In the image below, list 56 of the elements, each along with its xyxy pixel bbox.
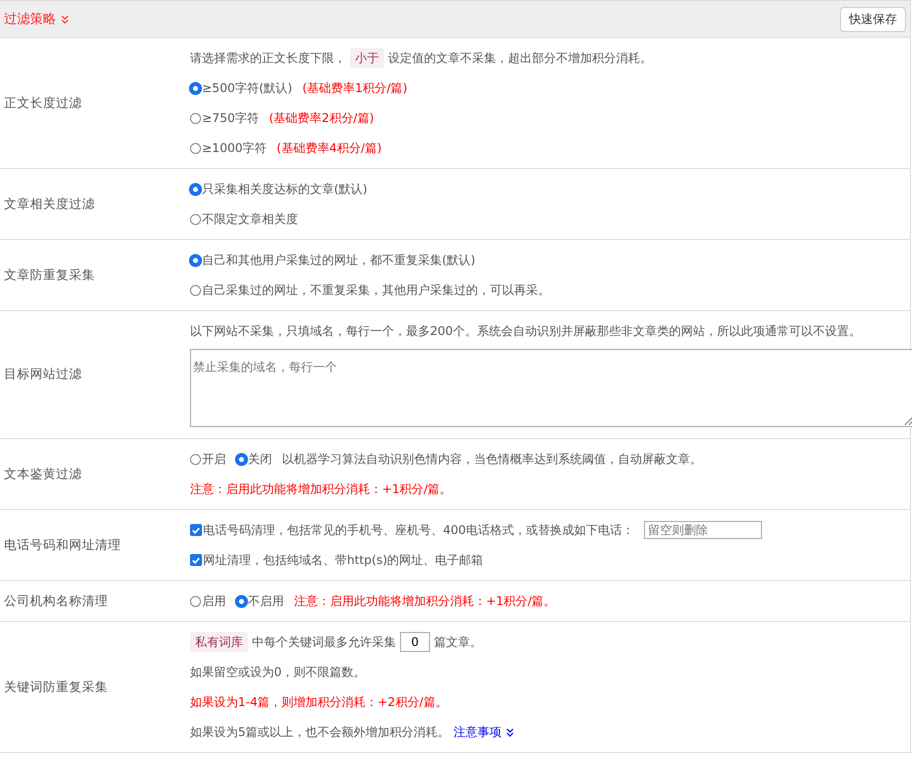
description-text: 以下网站不采集，只填域名，每行一个，最多200个。系统会自动识别并屏蔽那些非文章类的网站，所以此项通常可以不设置。	[190, 323, 861, 340]
radio-button[interactable]	[190, 214, 201, 224]
description-text: 请选择需求的正文长度下限，	[190, 50, 346, 67]
radio-button[interactable]	[190, 142, 201, 154]
setting-label: 文章防重复采集	[3, 266, 96, 284]
option-label[interactable]: ≥1000字符	[202, 133, 267, 163]
radio-button[interactable]	[190, 82, 201, 94]
setting-label: 电话号码和网址清理	[3, 536, 122, 554]
setting-label: 目标网站过滤	[3, 366, 83, 383]
description-text: 篇文章。	[434, 634, 482, 651]
option-label[interactable]: 不限定文章相关度	[202, 204, 298, 234]
description-text: 中每个关键词最多允许采集	[252, 634, 396, 651]
setting-label: 正文长度过滤	[3, 94, 83, 112]
setting-label: 文章相关度过滤	[3, 196, 96, 212]
notice-text: 注意：启用此功能将增加积分消耗：+1积分/篇。	[190, 481, 452, 498]
description-text: 如果设为5篇或以上，也不会额外增加积分消耗。	[190, 724, 450, 741]
notice-text: 注意：启用此功能将增加积分消耗：+1积分/篇。	[294, 593, 556, 610]
count-input-field[interactable]: 0	[400, 632, 430, 652]
setting-label: 关键词防重复采集	[3, 678, 109, 696]
option-label[interactable]: 不启用	[248, 586, 284, 616]
notes-link[interactable]: 注意事项	[454, 717, 502, 747]
radio-button[interactable]	[190, 454, 201, 464]
option-label[interactable]: 电话号码清理，包括常见的手机号、座机号、400电话格式，或替换成如下电话：	[203, 515, 634, 545]
radio-button[interactable]	[190, 112, 201, 124]
radio-button[interactable]	[236, 454, 247, 464]
notice-text: (基础费率1积分/篇)	[302, 80, 408, 97]
save-button[interactable]: 快速保存	[840, 6, 906, 32]
radio-button[interactable]	[236, 596, 247, 606]
keyword-tag: 私有词库	[190, 632, 248, 652]
option-label[interactable]: ≥750字符	[202, 103, 259, 133]
option-label[interactable]: 自己和其他用户采集过的网址，都不重复采集(默认)	[202, 245, 476, 275]
keyword-tag: 小于	[350, 48, 384, 68]
option-label[interactable]: 关闭	[248, 444, 272, 474]
option-label[interactable]: 启用	[202, 586, 226, 616]
option-label[interactable]: 只采集相关度达标的文章(默认)	[202, 174, 368, 204]
option-label[interactable]: 网址清理，包括纯域名、带http(s)的网址、电子邮箱	[203, 545, 484, 575]
radio-button[interactable]	[190, 284, 201, 296]
radio-button[interactable]	[190, 184, 201, 194]
option-label[interactable]: ≥500字符(默认)	[202, 73, 292, 103]
setting-label: 公司机构名称清理	[3, 592, 109, 610]
domain-textarea[interactable]: 禁止采集的域名，每行一个	[190, 349, 912, 427]
notice-text: (基础费率4积分/篇)	[276, 140, 382, 157]
phone-input-field[interactable]: 留空则删除	[644, 521, 762, 539]
option-label[interactable]: 开启	[202, 444, 226, 474]
setting-label: 文本鉴黄过滤	[3, 466, 83, 482]
checkbox[interactable]	[190, 554, 202, 566]
chevron-down-icon[interactable]	[506, 728, 514, 736]
radio-button[interactable]	[190, 254, 201, 266]
checkbox[interactable]	[190, 524, 202, 536]
description-text: 设定值的文章不采集，超出部分不增加积分消耗。	[388, 50, 652, 67]
description-text: 以机器学习算法自动识别色情内容，当色情概率达到系统阈值，自动屏蔽文章。	[282, 451, 702, 468]
notice-text: 如果设为1-4篇，则增加积分消耗：+2积分/篇。	[190, 694, 448, 711]
notice-text: (基础费率2积分/篇)	[268, 110, 374, 127]
option-label[interactable]: 自己采集过的网址，不重复采集，其他用户采集过的，可以再采。	[202, 275, 550, 305]
radio-button[interactable]	[190, 596, 201, 606]
description-text: 如果留空或设为0，则不限篇数。	[190, 664, 366, 681]
